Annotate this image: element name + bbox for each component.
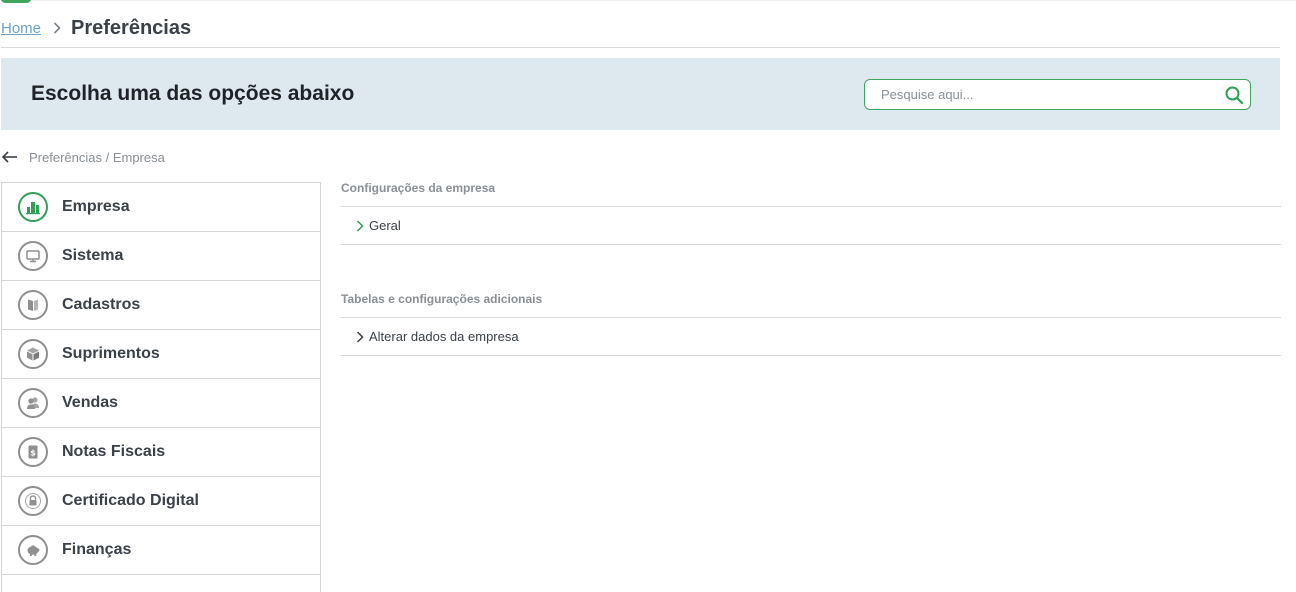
sidebar-item-cadastros[interactable]: Cadastros (2, 281, 320, 330)
back-navigation: Preferências / Empresa (1, 147, 165, 167)
chevron-right-icon (356, 330, 364, 343)
users-icon (18, 388, 48, 418)
option-alterar-dados[interactable]: Alterar dados da empresa (341, 318, 1281, 356)
sidebar-item-vendas[interactable]: Vendas (2, 379, 320, 428)
options-banner: Escolha uma das opções abaixo (1, 58, 1280, 130)
box-icon (18, 339, 48, 369)
sidebar-item-financas[interactable]: Finanças (2, 526, 320, 575)
top-accent-bar (0, 0, 32, 3)
svg-text:$: $ (30, 449, 36, 458)
search-icon[interactable] (1224, 85, 1244, 105)
option-geral[interactable]: Geral (341, 207, 1281, 245)
settings-content: Configurações da empresa Geral Tabelas e… (341, 180, 1281, 356)
sidebar-item-label: Sistema (62, 247, 124, 264)
breadcrumb-home-link[interactable]: Home (1, 20, 41, 37)
piggy-bank-icon (18, 535, 48, 565)
section-title-company: Configurações da empresa (341, 181, 496, 195)
lock-icon (18, 486, 48, 516)
sidebar-item-label: Empresa (62, 198, 130, 215)
search-input[interactable] (865, 80, 1215, 109)
invoice-icon: $ (18, 437, 48, 467)
breadcrumb: Home Preferências (1, 14, 191, 42)
current-path: Preferências / Empresa (29, 149, 165, 165)
breadcrumb-divider (1, 47, 1280, 48)
sidebar-item-label: Finanças (62, 541, 132, 558)
sidebar-item-label: Notas Fiscais (62, 443, 166, 460)
sidebar-item-label: Suprimentos (62, 345, 160, 362)
sidebar-item-label: Cadastros (62, 296, 141, 313)
sidebar-item-label: Certificado Digital (62, 492, 199, 509)
search-box (864, 79, 1251, 110)
top-divider (32, 0, 1296, 1)
preferences-sidebar: Empresa Sistema Cadastros Suprimentos Ve… (1, 182, 321, 592)
chevron-right-icon (356, 219, 364, 232)
option-label: Geral (369, 218, 401, 233)
chevron-right-icon (53, 22, 61, 34)
sidebar-item-suprimentos[interactable]: Suprimentos (2, 330, 320, 379)
sidebar-item-certificado-digital[interactable]: Certificado Digital (2, 477, 320, 526)
sidebar-item-empresa[interactable]: Empresa (2, 183, 320, 232)
sidebar-item-sistema[interactable]: Sistema (2, 232, 320, 281)
page-title: Preferências (71, 16, 192, 39)
book-icon (18, 290, 48, 320)
option-label: Alterar dados da empresa (369, 329, 519, 344)
monitor-icon (18, 241, 48, 271)
sidebar-item-label: Vendas (62, 394, 119, 411)
sidebar-item-notas-fiscais[interactable]: $ Notas Fiscais (2, 428, 320, 477)
banner-title: Escolha uma das opções abaixo (31, 82, 355, 105)
arrow-left-icon[interactable] (1, 148, 19, 166)
section-title-additional: Tabelas e configurações adicionais (341, 292, 543, 306)
building-icon (18, 192, 48, 222)
